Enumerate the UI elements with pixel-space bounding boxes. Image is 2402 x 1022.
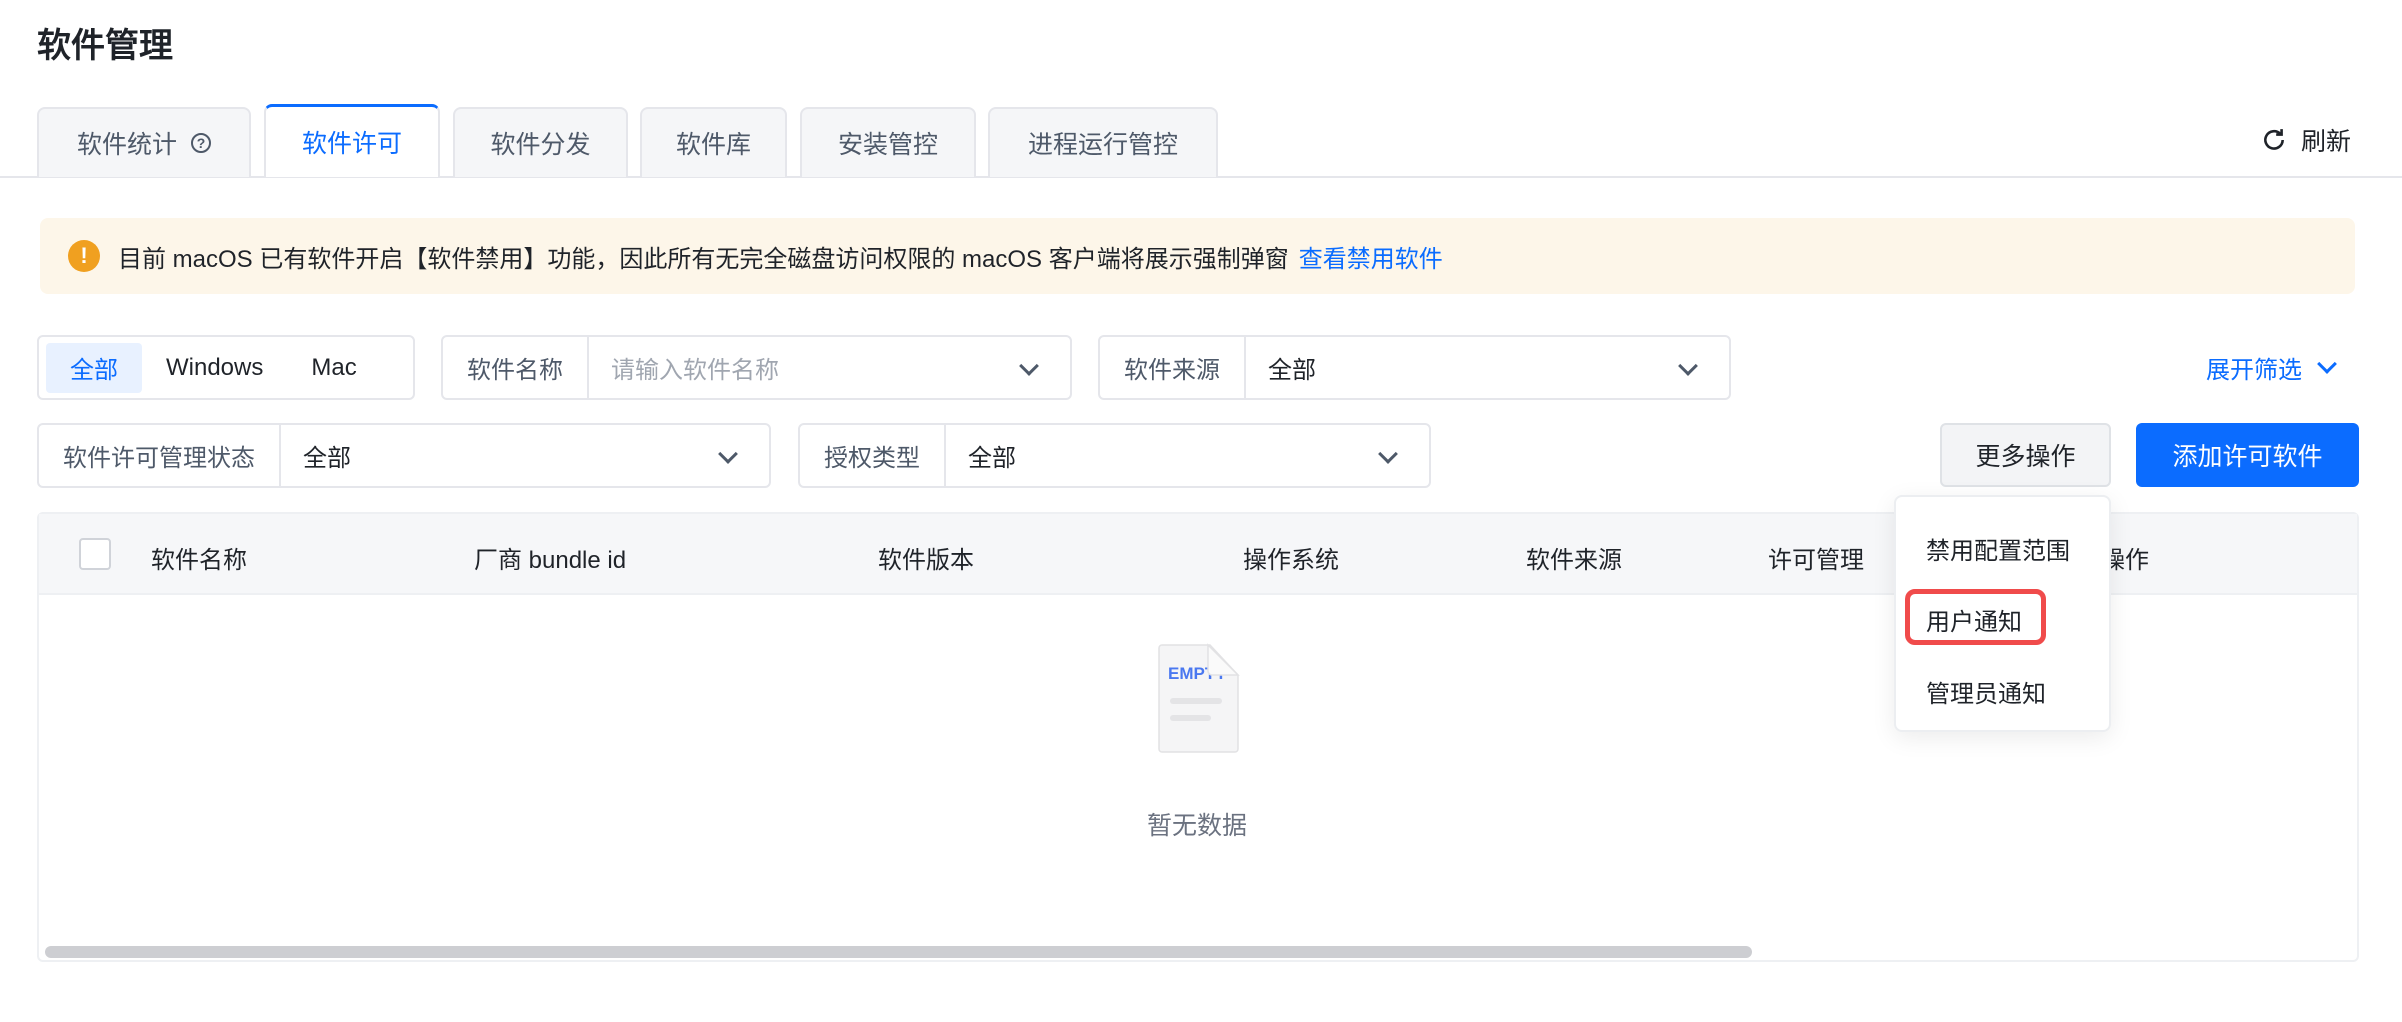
auth-type-select[interactable]: 全部 bbox=[946, 438, 1381, 473]
software-name-filter[interactable]: 软件名称 请输入软件名称 bbox=[441, 335, 1072, 400]
page-title: 软件管理 bbox=[37, 27, 173, 65]
expand-filters-button[interactable]: 展开筛选 bbox=[2206, 350, 2337, 385]
view-disabled-software-link[interactable]: 查看禁用软件 bbox=[1299, 246, 1443, 273]
filter-label: 授权类型 bbox=[800, 425, 946, 486]
more-actions-button[interactable]: 更多操作 bbox=[1940, 423, 2111, 487]
tab-install-control[interactable]: 安装管控 bbox=[800, 107, 976, 177]
column-header: 软件来源 bbox=[1526, 547, 1622, 574]
menu-item-user-notification[interactable]: 用户通知 bbox=[1926, 602, 2022, 637]
tab-software-library[interactable]: 软件库 bbox=[640, 107, 787, 177]
horizontal-scrollbar[interactable] bbox=[45, 946, 1752, 958]
filter-label: 软件来源 bbox=[1100, 337, 1246, 398]
chevron-down-icon bbox=[1678, 355, 1698, 376]
tab-software-distribution[interactable]: 软件分发 bbox=[453, 107, 628, 177]
add-license-software-button[interactable]: 添加许可软件 bbox=[2136, 423, 2359, 487]
alert-banner: ! 目前 macOS 已有软件开启【软件禁用】功能，因此所有无完全磁盘访问权限的… bbox=[40, 218, 2355, 294]
alert-text: 目前 macOS 已有软件开启【软件禁用】功能，因此所有无完全磁盘访问权限的 m… bbox=[118, 245, 1289, 273]
menu-item-disable-config-scope[interactable]: 禁用配置范围 bbox=[1926, 531, 2070, 566]
os-segmented-control: 全部 Windows Mac bbox=[37, 335, 415, 400]
chevron-down-icon bbox=[2317, 353, 2337, 374]
column-header: 软件版本 bbox=[878, 547, 974, 574]
refresh-label: 刷新 bbox=[2301, 128, 2352, 156]
software-name-input[interactable]: 请输入软件名称 bbox=[589, 350, 1022, 385]
software-source-select[interactable]: 全部 bbox=[1246, 350, 1681, 385]
empty-document-icon: EMPTY bbox=[1158, 643, 1240, 753]
os-option-windows[interactable]: Windows bbox=[142, 343, 287, 393]
auth-type-filter[interactable]: 授权类型 全部 bbox=[798, 423, 1431, 488]
empty-state-text: 暂无数据 bbox=[1147, 812, 1248, 840]
filter-label: 软件许可管理状态 bbox=[39, 425, 281, 486]
column-header: 厂商 bundle id bbox=[474, 547, 627, 574]
tab-label: 软件许可 bbox=[301, 130, 402, 158]
software-source-filter[interactable]: 软件来源 全部 bbox=[1098, 335, 1731, 400]
question-circle-icon[interactable]: ? bbox=[191, 133, 211, 153]
filter-label: 软件名称 bbox=[443, 337, 589, 398]
refresh-icon bbox=[2264, 129, 2284, 150]
os-option-all[interactable]: 全部 bbox=[46, 342, 142, 393]
chevron-down-icon bbox=[1019, 355, 1039, 376]
chevron-down-icon bbox=[1378, 443, 1398, 464]
column-header: 许可管理 bbox=[1768, 547, 1864, 574]
tab-process-control[interactable]: 进程运行管控 bbox=[988, 107, 1218, 177]
column-header: 软件名称 bbox=[151, 547, 247, 574]
os-option-mac[interactable]: Mac bbox=[287, 343, 380, 393]
tab-label: 软件分发 bbox=[490, 131, 591, 159]
tab-label: 软件库 bbox=[675, 131, 751, 159]
license-status-select[interactable]: 全部 bbox=[281, 438, 721, 473]
menu-item-admin-notification[interactable]: 管理员通知 bbox=[1926, 674, 2046, 709]
tab-software-license[interactable]: 软件许可 bbox=[264, 104, 440, 177]
warning-icon: ! bbox=[68, 240, 100, 272]
chevron-down-icon bbox=[718, 443, 738, 464]
refresh-button[interactable]: 刷新 bbox=[2261, 122, 2351, 158]
tab-label: 进程运行管控 bbox=[1027, 131, 1178, 159]
column-header: 操作系统 bbox=[1243, 547, 1339, 574]
tab-label: 安装管控 bbox=[837, 131, 938, 159]
tab-software-stats[interactable]: 软件统计? bbox=[37, 107, 251, 177]
license-status-filter[interactable]: 软件许可管理状态 全部 bbox=[37, 423, 771, 488]
select-all-checkbox[interactable] bbox=[79, 538, 111, 570]
tab-label: 软件统计 bbox=[76, 131, 177, 159]
more-actions-dropdown: 禁用配置范围 用户通知 管理员通知 bbox=[1894, 495, 2111, 732]
expand-filters-label: 展开筛选 bbox=[2206, 357, 2302, 384]
